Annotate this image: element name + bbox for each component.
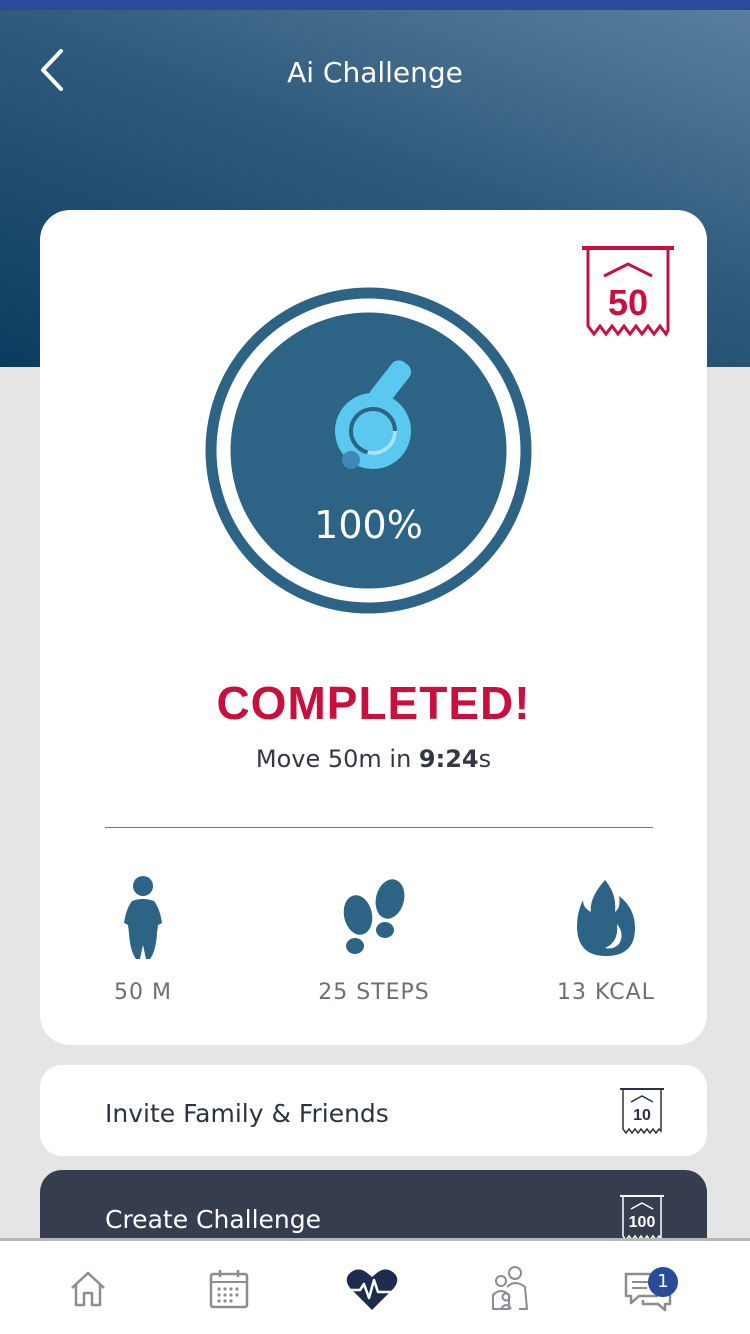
create-reward: 100 bbox=[628, 1214, 656, 1231]
stat-calories: 13 KCAL bbox=[506, 870, 706, 1005]
reward-points: 50 bbox=[607, 282, 649, 323]
tab-health[interactable] bbox=[297, 1241, 447, 1334]
progress-ring bbox=[201, 283, 536, 618]
stat-label: 50 M bbox=[114, 980, 172, 1005]
tab-family[interactable] bbox=[436, 1241, 586, 1334]
stat-label: 25 STEPS bbox=[318, 980, 430, 1005]
flame-icon bbox=[577, 880, 635, 956]
page-title: Ai Challenge bbox=[287, 56, 463, 89]
create-reward-badge: 100 bbox=[619, 1194, 665, 1242]
desc-time: 9:24 bbox=[418, 745, 479, 773]
invite-reward-badge: 10 bbox=[619, 1087, 665, 1135]
heartbeat-icon bbox=[344, 1269, 400, 1310]
tab-messages[interactable] bbox=[573, 1241, 723, 1334]
calendar-icon bbox=[209, 1270, 249, 1309]
person-icon bbox=[124, 876, 162, 959]
home-icon bbox=[71, 1271, 105, 1307]
desc-prefix: Move 50m in bbox=[255, 745, 419, 773]
status-text: COMPLETED! bbox=[216, 677, 531, 729]
notification-badge: 1 bbox=[648, 1267, 678, 1297]
stat-label: 13 KCAL bbox=[557, 980, 655, 1005]
tab-bar: 1 bbox=[0, 1238, 750, 1334]
challenge-card: 50 100% COMPLETED! Move 50m in 9:24s 50 … bbox=[40, 210, 707, 1045]
create-label: Create Challenge bbox=[105, 1205, 322, 1234]
tab-home[interactable] bbox=[13, 1241, 163, 1334]
challenge-description: Move 50m in 9:24s bbox=[40, 745, 707, 773]
desc-suffix: s bbox=[478, 745, 492, 773]
progress-percent: 100% bbox=[314, 503, 423, 547]
invite-reward: 10 bbox=[633, 1107, 651, 1124]
status-strip bbox=[0, 0, 750, 10]
stat-distance: 50 M bbox=[43, 870, 243, 1005]
divider bbox=[105, 827, 653, 828]
stat-steps: 25 STEPS bbox=[274, 870, 474, 1005]
footprints-icon bbox=[343, 879, 405, 954]
family-icon bbox=[492, 1266, 529, 1310]
invite-label: Invite Family & Friends bbox=[105, 1099, 389, 1128]
tab-calendar[interactable] bbox=[154, 1241, 304, 1334]
invite-friends-button[interactable]: Invite Family & Friends 10 bbox=[40, 1065, 707, 1156]
